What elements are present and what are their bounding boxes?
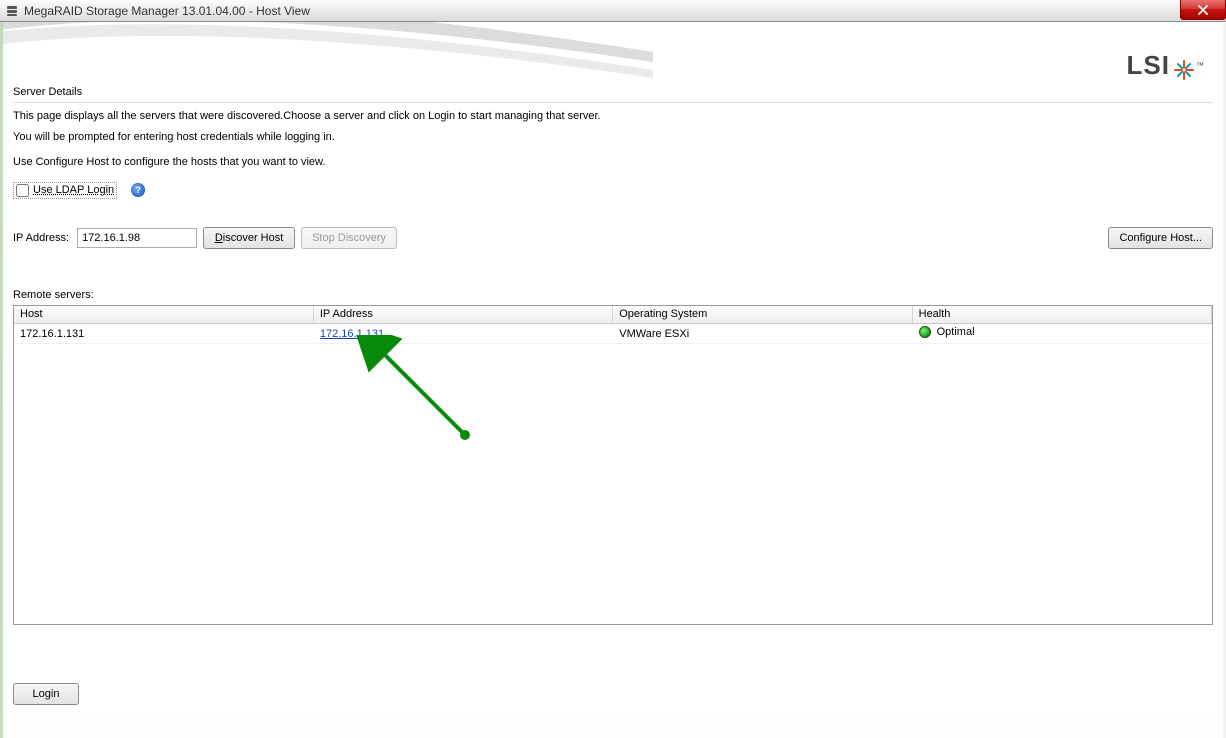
col-os[interactable]: Operating System — [613, 306, 912, 324]
app-icon — [4, 3, 20, 19]
help-icon[interactable]: ? — [131, 183, 145, 197]
header-area: LSI ™ — [3, 22, 1223, 80]
configure-host-button[interactable]: Configure Host... — [1108, 227, 1213, 249]
logo-text: LSI — [1127, 50, 1170, 80]
health-optimal-icon — [919, 326, 931, 338]
close-icon — [1197, 5, 1209, 15]
remote-servers-table-wrap: Host IP Address Operating System Health … — [13, 305, 1213, 625]
window-title: MegaRAID Storage Manager 13.01.04.00 - H… — [24, 4, 310, 18]
logo-spark-icon — [1174, 56, 1194, 76]
cell-ip-link[interactable]: 172.16.1.131 — [320, 328, 384, 340]
cell-host: 172.16.1.131 — [14, 324, 313, 344]
remote-servers-table: Host IP Address Operating System Health … — [14, 306, 1212, 345]
window-titlebar: MegaRAID Storage Manager 13.01.04.00 - H… — [0, 0, 1226, 22]
ldap-login-checkbox[interactable] — [16, 184, 29, 197]
server-details-heading: Server Details — [13, 86, 1213, 103]
logo-tm: ™ — [1196, 61, 1205, 70]
login-button[interactable]: Login — [13, 683, 79, 705]
cell-os: VMWare ESXi — [613, 324, 912, 344]
table-row[interactable]: 172.16.1.131 172.16.1.131 VMWare ESXi Op… — [14, 324, 1212, 344]
col-host[interactable]: Host — [14, 306, 313, 324]
cell-health: Optimal — [937, 326, 975, 338]
col-ip[interactable]: IP Address — [313, 306, 612, 324]
header-swoosh — [3, 22, 653, 80]
desc-line-2: You will be prompted for entering host c… — [13, 130, 1213, 145]
discover-host-button[interactable]: Discover Host — [203, 227, 295, 249]
desc-line-3: Use Configure Host to configure the host… — [13, 155, 1213, 170]
ldap-login-checkbox-label[interactable]: Use LDAP Login — [13, 182, 117, 199]
lsi-logo: LSI ™ — [1127, 50, 1205, 80]
ldap-login-text: Use LDAP Login — [33, 184, 114, 196]
window-close-button[interactable] — [1180, 0, 1226, 20]
remote-servers-label: Remote servers: — [13, 289, 1213, 301]
ip-address-label: IP Address: — [13, 232, 69, 244]
stop-discovery-button[interactable]: Stop Discovery — [301, 227, 397, 249]
ip-address-input[interactable] — [77, 228, 197, 248]
desc-line-1: This page displays all the servers that … — [13, 109, 1213, 124]
col-health[interactable]: Health — [912, 306, 1211, 324]
